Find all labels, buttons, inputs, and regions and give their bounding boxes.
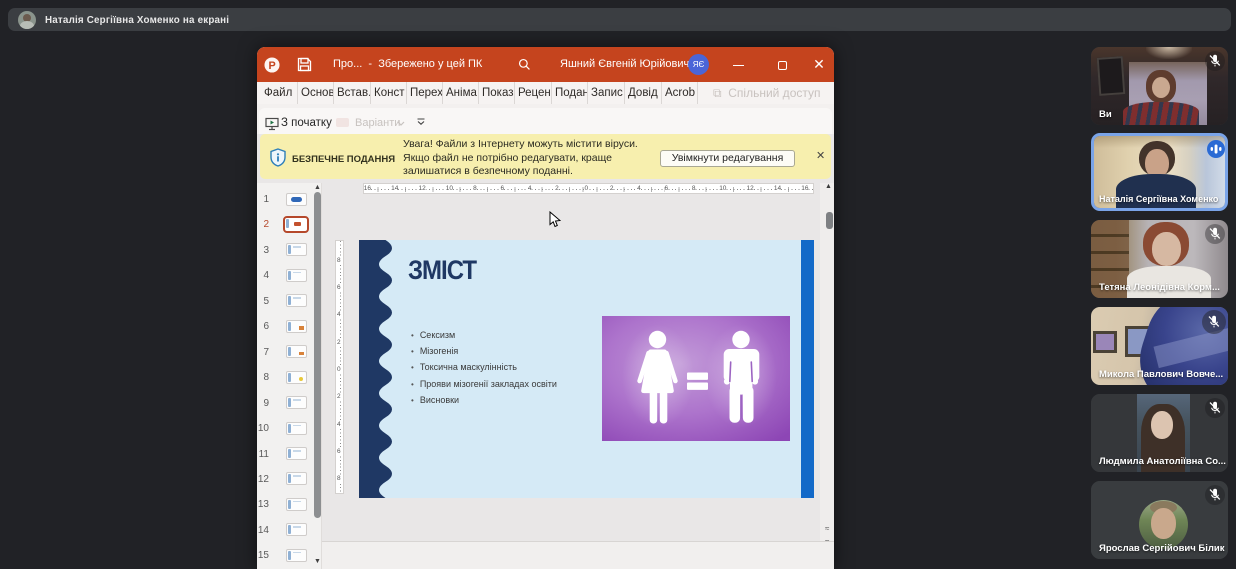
svg-text:P: P bbox=[268, 59, 275, 71]
